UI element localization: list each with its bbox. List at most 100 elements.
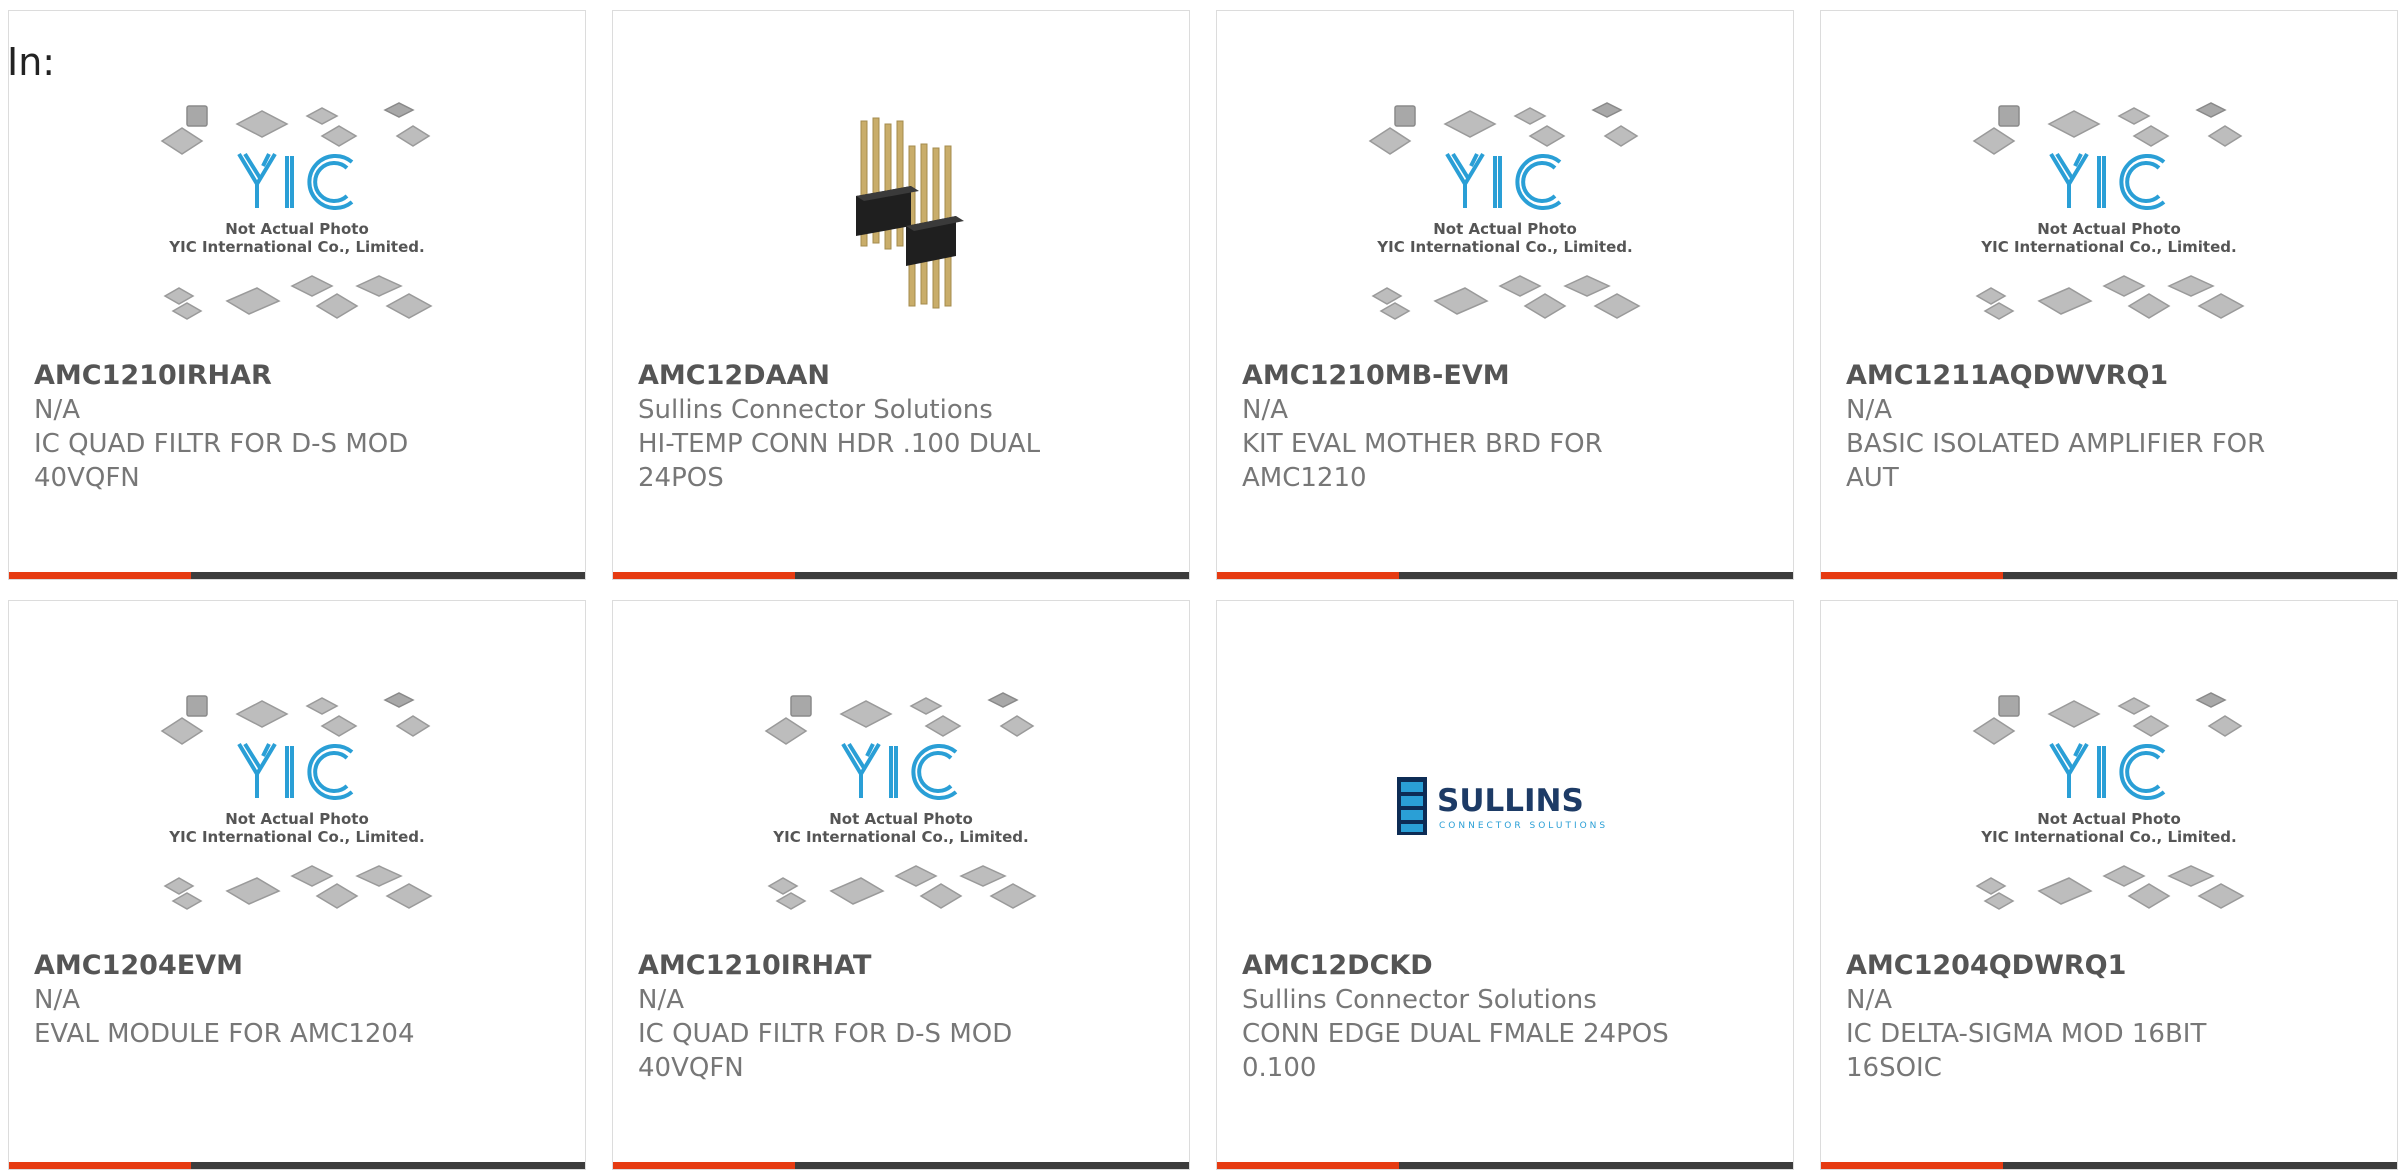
description-line1: EVAL MODULE FOR AMC1204	[34, 1019, 415, 1049]
description-line1: KIT EVAL MOTHER BRD FOR	[1242, 429, 1603, 459]
placeholder-caption-line2: YIC International Co., Limited.	[772, 828, 1028, 846]
placeholder-caption-line2: YIC International Co., Limited.	[168, 238, 424, 256]
product-info: AMC1210MB-EVM N/A KIT EVAL MOTHER BRD FO…	[1242, 359, 1682, 495]
yic-logo-icon	[841, 742, 958, 800]
placeholder-caption-line1: Not Actual Photo	[829, 810, 973, 828]
manufacturer: Sullins Connector Solutions	[1242, 985, 1597, 1015]
sullins-logo-icon: SULLINS CONNECTOR SOLUTIONS	[1397, 777, 1608, 835]
part-number-link[interactable]: AMC1210MB-EVM	[1242, 359, 1682, 393]
placeholder-caption-line1: Not Actual Photo	[2037, 810, 2181, 828]
chip-cluster-top-icon	[1972, 102, 2243, 155]
yic-placeholder-image: Not Actual Photo YIC International Co., …	[764, 692, 1037, 910]
yic-logo-icon	[2049, 152, 2166, 210]
description-line2: AUT	[1846, 463, 1899, 493]
product-info: AMC1204QDWRQ1 N/A IC DELTA-SIGMA MOD 16B…	[1846, 949, 2286, 1085]
part-number-link[interactable]: AMC1210IRHAR	[34, 359, 474, 393]
product-card[interactable]: Not Actual Photo YIC International Co., …	[8, 600, 586, 1170]
yic-placeholder-image: Not Actual Photo YIC International Co., …	[1972, 692, 2245, 910]
description-line1: IC DELTA-SIGMA MOD 16BIT	[1846, 1019, 2207, 1049]
manufacturer: N/A	[34, 985, 80, 1015]
placeholder-caption-line1: Not Actual Photo	[225, 220, 369, 238]
card-bottom-bar	[1217, 572, 1793, 579]
manufacturer: N/A	[1846, 985, 1892, 1015]
yic-placeholder-image: Not Actual Photo YIC International Co., …	[160, 692, 433, 910]
yic-placeholder-image: Not Actual Photo YIC International Co., …	[1368, 102, 1641, 320]
card-accent-bar	[613, 1162, 795, 1169]
card-accent-bar	[9, 572, 191, 579]
product-info: AMC1210IRHAT N/A IC QUAD FILTR FOR D-S M…	[638, 949, 1078, 1085]
chip-cluster-bottom-icon	[1975, 275, 2245, 320]
placeholder-caption-line2: YIC International Co., Limited.	[1376, 238, 1632, 256]
product-image-photo[interactable]	[613, 81, 1189, 351]
card-bottom-bar	[1821, 1162, 2397, 1169]
placeholder-caption-line1: Not Actual Photo	[1433, 220, 1577, 238]
card-bottom-bar	[613, 572, 1189, 579]
description-line2: 40VQFN	[34, 463, 140, 493]
product-image-placeholder[interactable]: Not Actual Photo YIC International Co., …	[613, 671, 1189, 941]
product-info: AMC12DAAN Sullins Connector Solutions HI…	[638, 359, 1078, 495]
chip-cluster-top-icon	[764, 692, 1035, 745]
manufacturer: N/A	[34, 395, 80, 425]
product-info: AMC1210IRHAR N/A IC QUAD FILTR FOR D-S M…	[34, 359, 474, 495]
chip-cluster-bottom-icon	[163, 865, 433, 910]
placeholder-caption-line2: YIC International Co., Limited.	[1980, 238, 2236, 256]
part-number-link[interactable]: AMC1211AQDWVRQ1	[1846, 359, 2286, 393]
part-number-link[interactable]: AMC1204QDWRQ1	[1846, 949, 2286, 983]
product-info: AMC12DCKD Sullins Connector Solutions CO…	[1242, 949, 1682, 1085]
card-bottom-bar	[9, 1162, 585, 1169]
card-bottom-bar	[1217, 1162, 1793, 1169]
product-info: AMC1204EVM N/A EVAL MODULE FOR AMC1204	[34, 949, 474, 1051]
product-card[interactable]: AMC12DAAN Sullins Connector Solutions HI…	[612, 10, 1190, 580]
manufacturer: N/A	[638, 985, 684, 1015]
pin-header-icon	[856, 117, 964, 309]
chip-cluster-bottom-icon	[1371, 275, 1641, 320]
card-accent-bar	[613, 572, 795, 579]
product-image-placeholder[interactable]: Not Actual Photo YIC International Co., …	[1821, 671, 2397, 941]
description-line1: IC QUAD FILTR FOR D-S MOD	[638, 1019, 1013, 1049]
yic-logo-icon	[1445, 152, 1562, 210]
product-card[interactable]: Not Actual Photo YIC International Co., …	[8, 10, 586, 580]
card-accent-bar	[1217, 1162, 1399, 1169]
product-image-placeholder[interactable]: Not Actual Photo YIC International Co., …	[9, 81, 585, 351]
description-line2: 40VQFN	[638, 1053, 744, 1083]
product-card[interactable]: Not Actual Photo YIC International Co., …	[612, 600, 1190, 1170]
product-image-placeholder[interactable]: Not Actual Photo YIC International Co., …	[9, 671, 585, 941]
description-line2: 16SOIC	[1846, 1053, 1942, 1083]
description-line2: 0.100	[1242, 1053, 1317, 1083]
yic-placeholder-image: Not Actual Photo YIC International Co., …	[160, 102, 433, 320]
description-line1: CONN EDGE DUAL FMALE 24POS	[1242, 1019, 1669, 1049]
card-bottom-bar	[9, 572, 585, 579]
chip-cluster-bottom-icon	[767, 865, 1037, 910]
yic-logo-icon	[2049, 742, 2166, 800]
part-number-link[interactable]: AMC1204EVM	[34, 949, 474, 983]
product-info: AMC1211AQDWVRQ1 N/A BASIC ISOLATED AMPLI…	[1846, 359, 2286, 495]
sullins-logo-tagline: CONNECTOR SOLUTIONS	[1439, 821, 1608, 831]
card-accent-bar	[1821, 572, 2003, 579]
product-image-placeholder[interactable]: Not Actual Photo YIC International Co., …	[1821, 81, 2397, 351]
product-grid: Not Actual Photo YIC International Co., …	[0, 0, 2400, 1170]
description-line1: IC QUAD FILTR FOR D-S MOD	[34, 429, 409, 459]
placeholder-caption-line2: YIC International Co., Limited.	[168, 828, 424, 846]
yic-logo-icon	[237, 742, 354, 800]
manufacturer: N/A	[1846, 395, 1892, 425]
card-accent-bar	[1217, 572, 1399, 579]
product-card[interactable]: Not Actual Photo YIC International Co., …	[1820, 600, 2398, 1170]
product-image-logo[interactable]: SULLINS CONNECTOR SOLUTIONS	[1217, 671, 1793, 941]
description-line2: 24POS	[638, 463, 724, 493]
chip-cluster-bottom-icon	[163, 275, 433, 320]
description-line2: AMC1210	[1242, 463, 1367, 493]
card-bottom-bar	[1821, 572, 2397, 579]
sullins-logo-name: SULLINS	[1437, 783, 1584, 819]
part-number-link[interactable]: AMC1210IRHAT	[638, 949, 1078, 983]
yic-logo-icon	[237, 152, 354, 210]
product-card[interactable]: Not Actual Photo YIC International Co., …	[1820, 10, 2398, 580]
product-card[interactable]: Not Actual Photo YIC International Co., …	[1216, 10, 1794, 580]
part-number-link[interactable]: AMC12DAAN	[638, 359, 1078, 393]
product-card[interactable]: SULLINS CONNECTOR SOLUTIONS AMC12DCKD Su…	[1216, 600, 1794, 1170]
placeholder-caption-line2: YIC International Co., Limited.	[1980, 828, 2236, 846]
filter-label: In:	[7, 40, 56, 84]
card-accent-bar	[9, 1162, 191, 1169]
part-number-link[interactable]: AMC12DCKD	[1242, 949, 1682, 983]
chip-cluster-top-icon	[1972, 692, 2243, 745]
product-image-placeholder[interactable]: Not Actual Photo YIC International Co., …	[1217, 81, 1793, 351]
